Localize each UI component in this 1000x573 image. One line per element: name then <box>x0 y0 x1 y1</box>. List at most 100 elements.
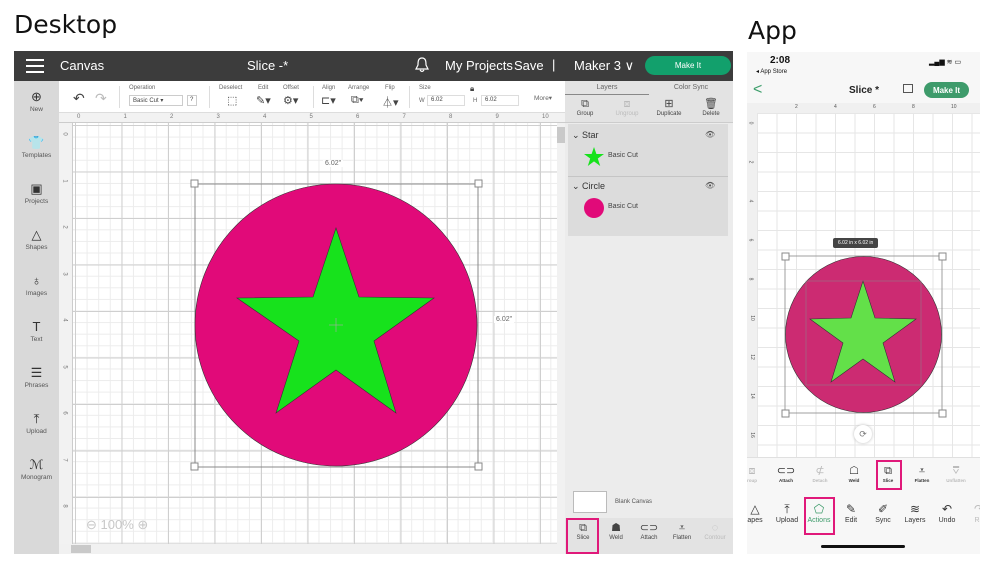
app-nav-layers[interactable]: ≋ Layers <box>898 501 932 524</box>
width-dimension: 6.02" <box>323 160 344 167</box>
highlight-box <box>876 460 902 490</box>
app-nav-apes[interactable]: △ apes <box>747 501 772 524</box>
app-unflatten-button[interactable]: ⩢ Unflatten <box>939 464 973 483</box>
delete-button[interactable]: 🗑 Delete <box>691 98 731 117</box>
eye-icon[interactable]: 👁 <box>705 181 715 190</box>
machine-select[interactable]: Maker 3 ∨ <box>574 58 634 74</box>
app-roup-button[interactable]: ⧈ roup <box>747 464 769 483</box>
app-flatten-button[interactable]: ⩡ Flatten <box>905 464 939 483</box>
edit-icon: ✎ <box>845 502 857 516</box>
undo-icon[interactable]: ↶ <box>73 90 85 107</box>
app-detach-button[interactable]: ⊄ Detach <box>803 464 837 483</box>
app-nav-upload[interactable]: ⤒ Upload <box>770 501 804 524</box>
tab-color-sync[interactable]: Color Sync <box>649 84 733 91</box>
height-input[interactable]: 6.02 <box>481 95 519 106</box>
sidebar-item-label: Upload <box>26 428 47 435</box>
width-input[interactable]: 6.02 <box>427 95 465 106</box>
app-attach-button[interactable]: ⊂⊃ Attach <box>769 464 803 483</box>
layer-name: Circle <box>582 181 606 191</box>
redo-icon[interactable]: ↷ <box>95 90 107 107</box>
nav-label: apes <box>747 517 763 524</box>
app-nav-sync[interactable]: ✐ Sync <box>866 501 900 524</box>
sidebar-item-label: Monogram <box>20 474 53 481</box>
my-projects-link[interactable]: My Projects <box>445 58 513 73</box>
make-it-button[interactable]: Make It <box>645 56 731 75</box>
ungroup-button[interactable]: ⧈ Ungroup <box>607 98 647 117</box>
eye-icon[interactable]: 👁 <box>705 130 715 139</box>
sidebar-item-text[interactable]: T Text <box>14 319 59 343</box>
contour-icon: ◌ <box>711 522 719 534</box>
save-icon[interactable] <box>903 84 913 93</box>
app-resize-handle[interactable] <box>781 409 790 418</box>
operation-select[interactable]: Basic Cut ▾ <box>129 95 183 106</box>
section-title: Canvas <box>60 58 105 73</box>
resize-handle[interactable] <box>474 462 483 471</box>
app-nav-edit[interactable]: ✎ Edit <box>834 501 868 524</box>
home-indicator <box>821 545 905 548</box>
offset-icon[interactable]: ⚙▾ <box>283 94 298 107</box>
flatten-button[interactable]: ⩡ Flatten <box>665 521 699 541</box>
weld-icon: ☖ <box>849 465 859 477</box>
project-title: Slice -* <box>247 58 289 73</box>
resize-handle[interactable] <box>190 462 199 471</box>
blank-canvas-label: Blank Canvas <box>615 499 653 505</box>
highlight-box <box>804 497 835 535</box>
sidebar-item-new[interactable]: ⊕ New <box>14 89 59 113</box>
app-resize-handle[interactable] <box>938 409 947 418</box>
canvas-drawing <box>190 179 483 471</box>
align-icon[interactable]: ⊏▾ <box>321 94 336 107</box>
action-label: Contour <box>704 535 726 541</box>
sidebar-item-templates[interactable]: 👕 Templates <box>14 135 59 159</box>
app-weld-button[interactable]: ☖ Weld <box>837 464 871 483</box>
projects-icon: ▣ <box>30 181 43 196</box>
help-button[interactable]: ? <box>187 95 197 106</box>
bell-icon[interactable] <box>415 57 429 73</box>
app-resize-handle[interactable] <box>781 252 790 261</box>
menu-icon[interactable] <box>26 59 44 73</box>
circle-thumbnail <box>584 198 604 218</box>
attach-icon: ⊂⊃ <box>776 465 796 477</box>
flip-icon[interactable]: ⏃▾ <box>382 94 399 110</box>
arrange-icon[interactable]: ⧉▾ <box>351 94 363 107</box>
app-action-row: ⧈ roup ⊂⊃ Attach ⊄ Detach ☖ Weld ⧉ Slice ⩡ Flatten ⩢… <box>747 457 980 495</box>
sidebar-item-shapes[interactable]: △ Shapes <box>14 227 59 251</box>
horizontal-scrollbar[interactable] <box>59 544 565 554</box>
zoom-control[interactable]: ⊖ 100% ⊕ <box>86 517 148 533</box>
sidebar-item-projects[interactable]: ▣ Projects <box>14 181 59 205</box>
pencil-icon[interactable]: ✎▾ <box>256 94 271 107</box>
blank-canvas-thumbnail[interactable] <box>573 491 607 513</box>
group-button[interactable]: ⧉ Group <box>565 98 605 117</box>
app-nav-undo[interactable]: ↶ Undo <box>930 501 964 524</box>
app-resize-handle[interactable] <box>938 252 947 261</box>
sidebar-item-upload[interactable]: ⤒ Upload <box>14 411 59 435</box>
lock-icon[interactable]: 🔒︎ <box>470 84 474 94</box>
back-icon[interactable]: < <box>753 81 762 99</box>
layer-operation: Basic Cut <box>608 152 638 159</box>
rotate-icon[interactable]: ⟳ <box>854 425 872 443</box>
contour-button[interactable]: ◌ Contour <box>698 521 732 541</box>
resize-handle[interactable] <box>474 179 483 188</box>
design-canvas[interactable]: 0 1 2 3 4 5 6 7 8 9 10 012345678 6.02" 6.02" ⊖ 100… <box>59 113 565 554</box>
apes-icon: △ <box>750 502 760 516</box>
desktop-heading: Desktop <box>14 10 118 39</box>
nav-label: Layers <box>904 517 926 524</box>
app-make-it-button[interactable]: Make It <box>924 82 969 98</box>
layer-group-circle[interactable]: ⌄ Circle <box>572 181 605 192</box>
resize-handle[interactable] <box>190 179 199 188</box>
sidebar-item-phrases[interactable]: ☰ Phrases <box>14 365 59 389</box>
star-thumbnail <box>584 147 604 166</box>
vertical-scrollbar[interactable] <box>557 123 565 544</box>
save-button[interactable]: Save <box>514 58 544 73</box>
duplicate-button[interactable]: ⊞ Duplicate <box>649 98 689 117</box>
layer-group-star[interactable]: ⌄ Star <box>572 130 599 141</box>
app-nav-re[interactable]: ↷Re <box>962 501 980 524</box>
more-button[interactable]: More▾ <box>534 94 552 102</box>
app-canvas[interactable]: 2 4 6 8 10 0 2 4 6 8 10 12 14 16 6.02 in x 6.02 in ⟳ <box>747 103 980 457</box>
sidebar-item-images[interactable]: ♁ Images <box>14 273 59 297</box>
back-to-app-store[interactable]: ◂ App Store <box>756 68 787 75</box>
attach-button[interactable]: ⊂⊃ Attach <box>632 521 666 541</box>
weld-button[interactable]: ☗ Weld <box>599 521 633 541</box>
sidebar-item-monogram[interactable]: ℳ Monogram <box>14 457 59 481</box>
tab-layers[interactable]: Layers <box>565 84 649 95</box>
deselect-icon[interactable]: ⬚ <box>227 94 237 107</box>
